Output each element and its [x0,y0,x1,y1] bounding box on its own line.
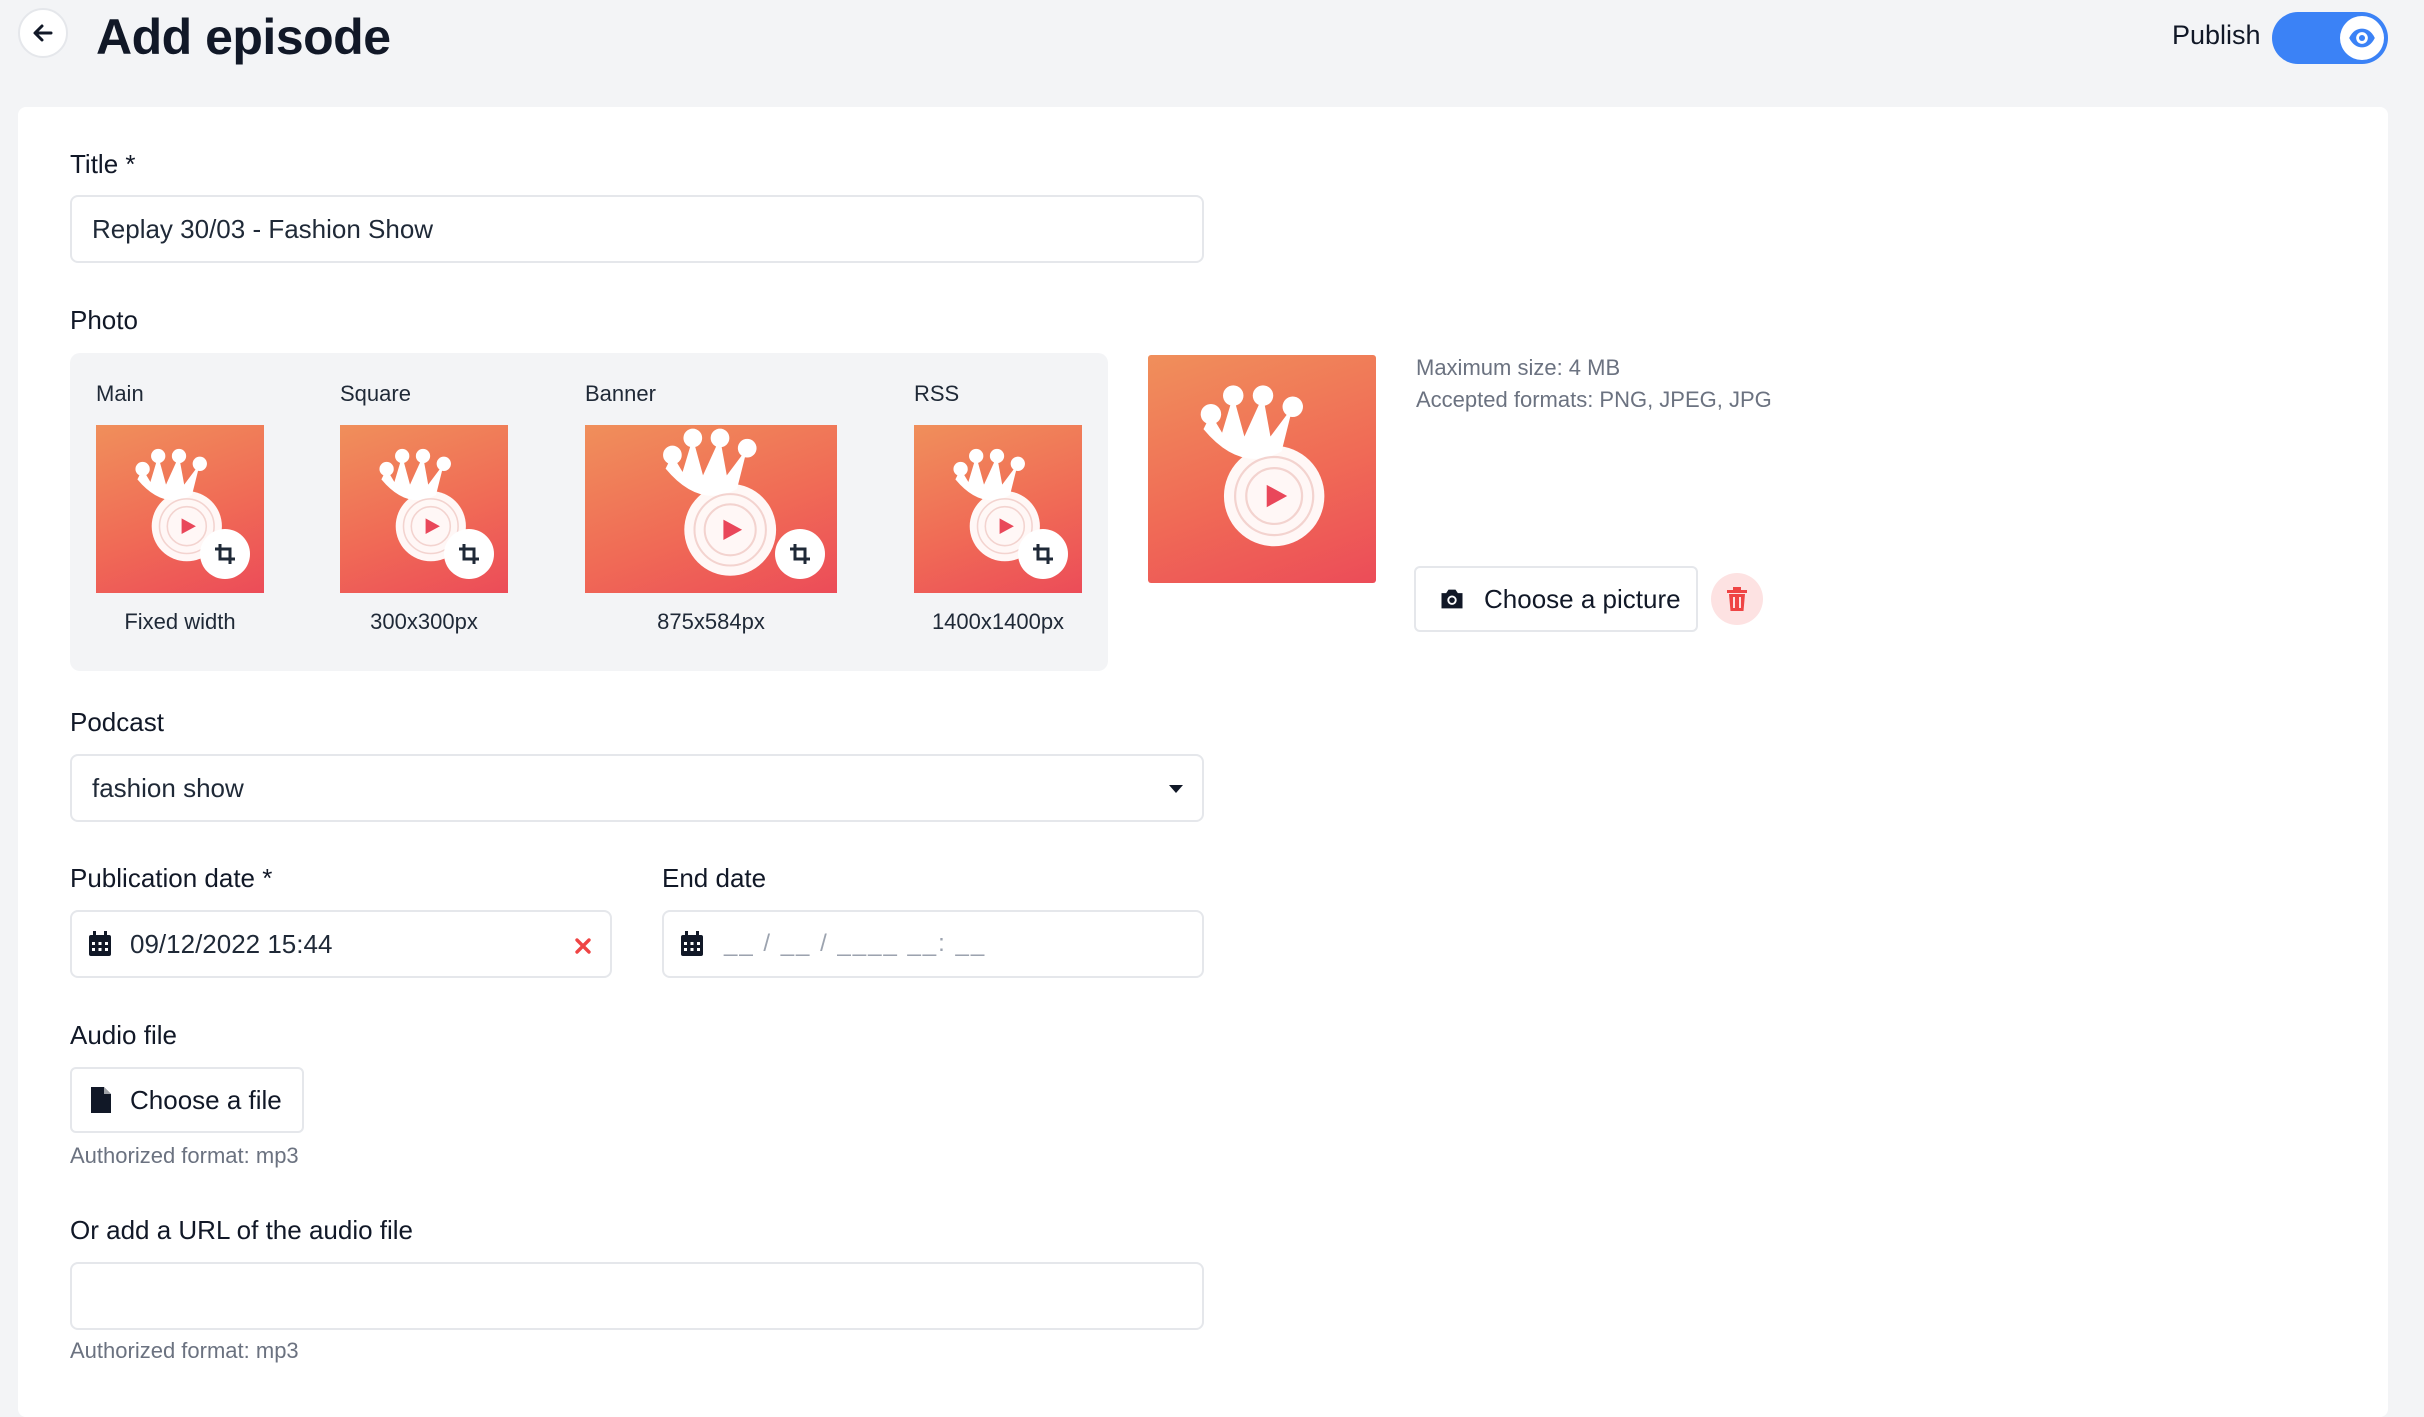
photo-variant-banner-size: 875x584px [657,609,765,634]
photo-variant-banner-label: Banner [585,381,656,406]
photo-variant-rss-label: RSS [914,381,960,406]
audio-file-label: Audio file [70,1020,177,1050]
title-input-value: Replay 30/03 - Fashion Show [92,213,434,244]
toggle-knob [2340,16,2384,60]
podcast-select[interactable]: fashion show [70,754,1204,822]
caret-down-icon [1169,785,1183,793]
title-input[interactable]: Replay 30/03 - Fashion Show [70,195,1204,263]
back-button[interactable] [18,8,68,58]
photo-variant-main-label: Main [96,381,144,406]
camera-icon [1441,589,1463,609]
file-icon [91,1087,111,1113]
end-date-label: End date [662,863,767,893]
photo-variant-square-label: Square [340,381,411,406]
photo-variant-rss-size: 1400x1400px [931,609,1065,634]
podcast-select-value: fashion show [92,772,244,803]
calendar-icon [89,931,111,956]
crop-square-button[interactable] [444,529,494,579]
page-header: Add episode Publish [0,0,2424,100]
publication-date-value: 09/12/2022 15:44 [130,928,333,959]
crop-main-button[interactable] [200,529,250,579]
choose-picture-button[interactable]: Choose a picture [1414,566,1698,632]
page-title: Add episode [96,9,391,65]
publication-date-label: Publication date * [70,863,273,893]
photo-formats-hint: Accepted formats: PNG, JPEG, JPG [1416,387,1772,412]
podcast-label: Podcast [70,707,164,737]
photo-variant-square-size: 300x300px [370,609,478,634]
choose-file-label: Choose a file [130,1084,282,1115]
crop-icon [457,542,481,566]
episode-form-card: Title * Replay 30/03 - Fashion Show Phot… [18,107,2388,1417]
crop-rss-button[interactable] [1018,529,1068,579]
crop-icon [1031,542,1055,566]
end-date-input[interactable]: __ / __ / ____ __: __ [662,910,1204,978]
trash-icon [1727,587,1747,611]
photo-main-thumb [96,425,264,593]
audio-url-hint: Authorized format: mp3 [70,1338,299,1363]
arrow-left-icon [33,24,53,42]
photo-label: Photo [70,305,138,335]
audio-url-input[interactable] [70,1262,1204,1330]
publish-toggle[interactable] [2272,12,2388,64]
audio-url-label: Or add a URL of the audio file [70,1215,414,1245]
audio-format-hint: Authorized format: mp3 [70,1143,299,1168]
delete-picture-button[interactable] [1711,573,1763,625]
crop-banner-button[interactable] [775,529,825,579]
title-label: Title * [70,149,136,179]
photo-banner-thumb [585,425,837,593]
crop-icon [213,542,237,566]
calendar-icon [681,931,703,956]
crop-icon [788,542,812,566]
end-date-placeholder: __ / __ / ____ __: __ [724,930,987,957]
choose-file-button[interactable]: Choose a file [70,1067,304,1133]
photo-variant-main-size: Fixed width [124,609,236,634]
photo-max-size-hint: Maximum size: 4 MB [1416,355,1621,380]
photo-rss-thumb [914,425,1082,593]
close-icon[interactable] [574,937,592,955]
photo-variants-panel: Main Fixed width Square 300x300px Banner… [70,353,1108,671]
logo-image [1170,377,1356,563]
photo-preview [1148,355,1376,583]
choose-picture-label: Choose a picture [1484,583,1681,614]
publish-label: Publish [2172,20,2261,50]
publication-date-input[interactable]: 09/12/2022 15:44 [70,910,612,978]
eye-icon [2349,28,2375,48]
photo-square-thumb [340,425,508,593]
